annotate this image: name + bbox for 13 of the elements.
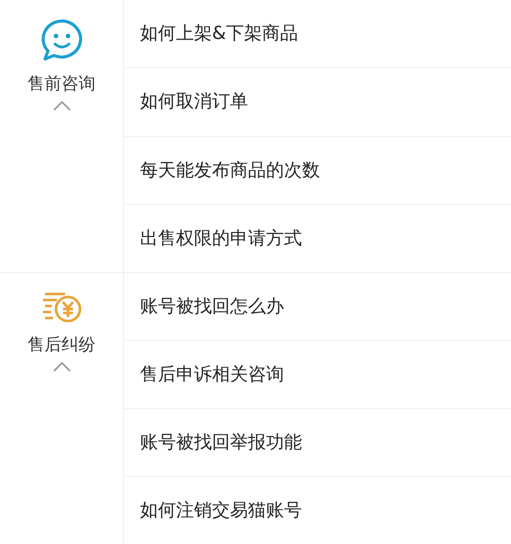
question-link[interactable]: 如何上架&下架商品: [140, 20, 298, 48]
question-link[interactable]: 出售权限的申请方式: [140, 224, 302, 252]
caret-up-icon[interactable]: [52, 101, 70, 111]
question-link[interactable]: 每天能发布商品的次数: [140, 156, 320, 184]
yen-coin-icon: [40, 291, 82, 325]
category-title: 售前咨询: [28, 76, 96, 93]
question-link[interactable]: 账号被找回怎么办: [140, 293, 284, 320]
caret-up-icon[interactable]: [52, 362, 70, 372]
question-link[interactable]: 如何取消订单: [140, 88, 248, 116]
category-title: 售后纠纷: [28, 337, 96, 354]
question-link[interactable]: 账号被找回举报功能: [140, 429, 302, 456]
question-link[interactable]: 售后申诉相关咨询: [140, 361, 284, 388]
question-link[interactable]: 如何注销交易猫账号: [140, 497, 302, 524]
